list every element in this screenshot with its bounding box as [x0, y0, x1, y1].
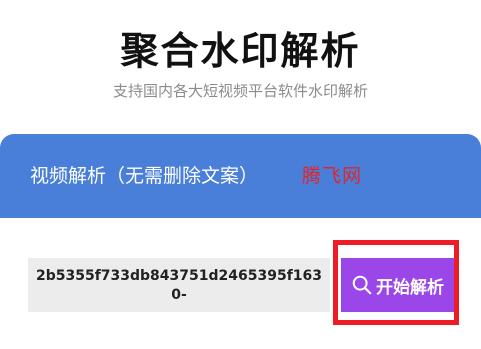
section-banner: 视频解析（无需删除文案） 腾飞网 [0, 134, 481, 218]
page-title: 聚合水印解析 [120, 29, 361, 73]
watermark-text: 腾飞网 [302, 165, 363, 187]
page-subtitle: 支持国内各大短视频平台软件水印解析 [112, 82, 368, 100]
video-link-input[interactable]: 2b5355f733db843751d2465395f1630- [28, 258, 330, 312]
start-parse-button[interactable]: 开始解析 [341, 258, 454, 312]
page: 聚合水印解析 支持国内各大短视频平台软件水印解析 视频解析（无需删除文案） 腾飞… [0, 0, 481, 349]
start-parse-label: 开始解析 [376, 277, 444, 298]
section-title: 视频解析（无需删除文案） [30, 165, 259, 187]
search-icon [352, 275, 372, 295]
